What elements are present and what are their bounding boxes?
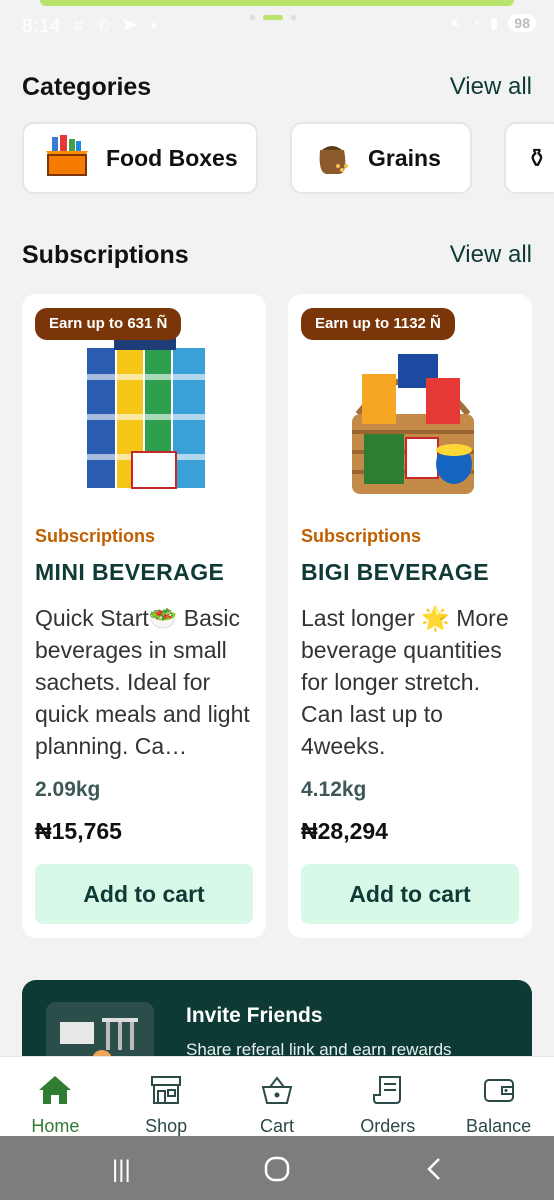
subscriptions-header: Subscriptions View all [22, 238, 532, 272]
product-card-bigi-beverage[interactable]: Earn up to 1132 Ñ Subscriptions BIGI BEV… [288, 294, 532, 938]
product-description: Last longer 🌟 More beverage quantities f… [301, 605, 509, 759]
categories-header: Categories View all [22, 70, 532, 104]
nav-label: Shop [145, 1116, 188, 1136]
category-label: Food Boxes [106, 144, 238, 171]
home-system-button[interactable] [264, 1156, 290, 1189]
nav-label: Orders [360, 1116, 416, 1136]
nav-label: Home [31, 1116, 80, 1136]
product-weight: 2.09kg [35, 778, 101, 801]
home-icon [38, 1075, 72, 1110]
product-name: BIGI BEVERAGE [301, 559, 489, 585]
shop-icon [149, 1075, 183, 1110]
system-status-icons: 🔇︎ ◔ ▮ 98 [452, 14, 536, 32]
subscriptions-title: Subscriptions [22, 240, 189, 269]
nav-cart[interactable]: Cart [227, 1075, 327, 1136]
system-navigation-bar: ||| [0, 1136, 554, 1200]
earn-reward-badge: Earn up to 631 Ñ [35, 308, 182, 340]
basket-icon [260, 1075, 294, 1110]
nav-shop[interactable]: Shop [116, 1075, 216, 1136]
nav-label: Cart [259, 1116, 294, 1136]
categories-view-all-link[interactable]: View all [450, 73, 532, 101]
category-label: Grains [368, 144, 441, 171]
nav-label: Balance [466, 1116, 532, 1136]
add-to-cart-button[interactable]: Add to cart [301, 864, 519, 924]
product-category: Subscriptions [35, 526, 156, 546]
nav-balance[interactable]: Balance [449, 1075, 549, 1136]
status-time: 8:14 [22, 16, 61, 37]
bottom-navigation: Home Shop Cart Orders Balance [0, 1056, 554, 1136]
page-indicator [250, 15, 296, 20]
categories-list[interactable]: Food Boxes Grains ⚱ [22, 122, 554, 194]
nav-orders[interactable]: Orders [338, 1075, 438, 1136]
earn-reward-badge: Earn up to 1132 Ñ [301, 308, 455, 340]
category-chip-partial[interactable]: ⚱ [504, 122, 554, 194]
invite-title: Invite Friends [186, 1004, 323, 1027]
product-name: MINI BEVERAGE [35, 559, 225, 585]
notification-icons: ⌗ ✆ ➤ • [74, 16, 161, 35]
grains-sack-icon [312, 136, 352, 181]
product-category: Subscriptions [301, 526, 422, 546]
product-weight: 4.12kg [301, 778, 367, 801]
subscriptions-view-all-link[interactable]: View all [450, 241, 532, 269]
product-price: ₦15,765 [35, 818, 122, 844]
mute-icon: 🔇︎ [451, 14, 462, 32]
product-image [82, 338, 212, 494]
product-price: ₦28,294 [301, 818, 388, 844]
category-icon: ⚱ [526, 142, 548, 173]
category-chip-grains[interactable]: Grains [290, 122, 472, 194]
receipt-icon [371, 1075, 405, 1110]
food-box-icon [44, 134, 90, 182]
nav-home[interactable]: Home [5, 1075, 105, 1136]
signal-icon: ▮ [490, 15, 499, 32]
category-chip-food-boxes[interactable]: Food Boxes [22, 122, 258, 194]
wallet-icon [482, 1075, 516, 1110]
status-bar: 8:14 ⌗ ✆ ➤ • 🔇︎ ◔ ▮ 98 [0, 10, 554, 44]
back-button[interactable] [424, 1156, 444, 1189]
product-description: Quick Start🥗 Basic beverages in small sa… [35, 605, 250, 759]
wifi-icon: ◔ [471, 14, 481, 32]
product-card-mini-beverage[interactable]: Earn up to 631 Ñ Subscriptions MINI BEVE… [22, 294, 266, 938]
product-image [352, 354, 474, 494]
top-accent-bar [40, 0, 514, 6]
recent-apps-button[interactable]: ||| [112, 1156, 131, 1184]
add-to-cart-button[interactable]: Add to cart [35, 864, 253, 924]
battery-indicator: 98 [508, 14, 536, 32]
categories-title: Categories [22, 72, 152, 101]
